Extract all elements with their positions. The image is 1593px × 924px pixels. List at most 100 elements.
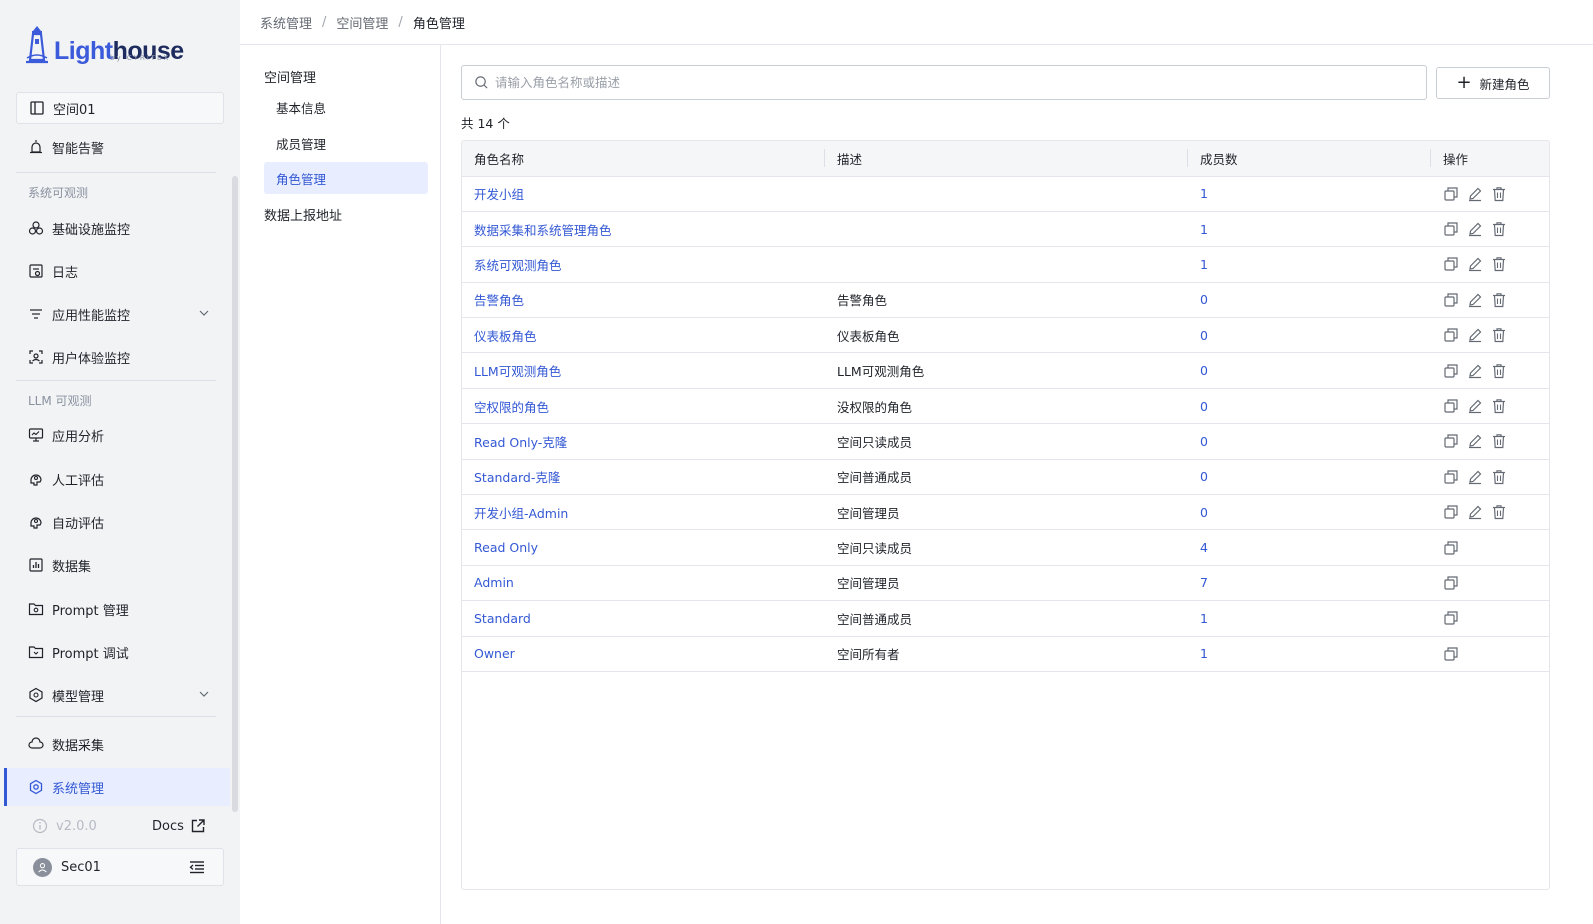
role-name-link[interactable]: Standard-克隆 [462, 459, 825, 496]
copy-icon[interactable] [1443, 221, 1459, 237]
delete-icon[interactable] [1491, 256, 1507, 272]
role-description: 空间只读成员 [825, 423, 1188, 460]
edit-icon[interactable] [1467, 504, 1483, 520]
delete-icon[interactable] [1491, 398, 1507, 414]
sidebar-item-ux[interactable]: 用户体验监控 [4, 338, 230, 376]
new-role-button[interactable]: + 新建角色 [1436, 67, 1550, 99]
edit-icon[interactable] [1467, 327, 1483, 343]
role-name-link[interactable]: Read Only [462, 529, 825, 566]
sidebar-item-app-analysis[interactable]: 应用分析 [4, 416, 230, 454]
copy-icon[interactable] [1443, 575, 1459, 591]
sidebar-item-data-collect[interactable]: 数据采集 [4, 725, 230, 763]
copy-icon[interactable] [1443, 610, 1459, 626]
delete-icon[interactable] [1491, 433, 1507, 449]
sidebar-item-log[interactable]: 日志 [4, 252, 230, 290]
edit-icon[interactable] [1467, 398, 1483, 414]
subnav-item-members[interactable]: 成员管理 [264, 127, 428, 159]
copy-icon[interactable] [1443, 327, 1459, 343]
delete-icon[interactable] [1491, 327, 1507, 343]
copy-icon[interactable] [1443, 256, 1459, 272]
copy-icon[interactable] [1443, 292, 1459, 308]
sidebar-item-auto-eval[interactable]: 自动评估 [4, 503, 230, 541]
role-name-link[interactable]: 仪表板角色 [462, 317, 825, 354]
subnav-item-basic-info[interactable]: 基本信息 [264, 91, 428, 123]
collapse-menu-icon[interactable] [189, 859, 205, 875]
role-member-count[interactable]: 0 [1188, 459, 1431, 496]
copy-icon[interactable] [1443, 186, 1459, 202]
role-name-link[interactable]: 开发小组-Admin [462, 494, 825, 531]
divider [16, 716, 216, 717]
role-description: 告警角色 [825, 282, 1188, 319]
copy-icon[interactable] [1443, 469, 1459, 485]
role-name-link[interactable]: Admin [462, 565, 825, 602]
subnav-group-report-address[interactable]: 数据上报地址 [264, 205, 342, 224]
sidebar-item-dataset[interactable]: 数据集 [4, 546, 230, 584]
role-member-count[interactable]: 1 [1188, 246, 1431, 283]
edit-icon[interactable] [1467, 363, 1483, 379]
edit-icon[interactable] [1467, 292, 1483, 308]
delete-icon[interactable] [1491, 186, 1507, 202]
copy-icon[interactable] [1443, 646, 1459, 662]
copy-icon[interactable] [1443, 363, 1459, 379]
search-input[interactable] [495, 75, 1395, 90]
role-member-count[interactable]: 1 [1188, 600, 1431, 637]
role-member-count[interactable]: 1 [1188, 211, 1431, 248]
search-box[interactable] [461, 65, 1427, 100]
logo-subtitle: by CYRITEX [110, 54, 171, 62]
role-member-count[interactable]: 0 [1188, 494, 1431, 531]
edit-icon[interactable] [1467, 186, 1483, 202]
sidebar-item-model[interactable]: 模型管理 [4, 676, 230, 714]
role-name-link[interactable]: 数据采集和系统管理角色 [462, 211, 825, 248]
role-name-link[interactable]: 告警角色 [462, 282, 825, 319]
sidebar-item-infra[interactable]: 基础设施监控 [4, 209, 230, 247]
role-name-link[interactable]: 系统可观测角色 [462, 246, 825, 283]
copy-icon[interactable] [1443, 398, 1459, 414]
lighthouse-logo[interactable]: Lighthouse by CYRITEX [24, 22, 184, 64]
sidebar-item-system[interactable]: 系统管理 [4, 768, 230, 806]
role-description: 空间管理员 [825, 494, 1188, 531]
role-name-link[interactable]: Read Only-克隆 [462, 423, 825, 460]
docs-link[interactable]: Docs [152, 818, 206, 834]
edit-icon[interactable] [1467, 221, 1483, 237]
copy-icon[interactable] [1443, 433, 1459, 449]
role-member-count[interactable]: 0 [1188, 352, 1431, 389]
edit-icon[interactable] [1467, 469, 1483, 485]
edit-icon[interactable] [1467, 256, 1483, 272]
sidebar-item-label: 智能告警 [52, 141, 105, 157]
subnav-item-roles[interactable]: 角色管理 [264, 162, 428, 194]
delete-icon[interactable] [1491, 469, 1507, 485]
breadcrumb-item-system[interactable]: 系统管理 [260, 13, 312, 32]
sidebar-item-prompt-manage[interactable]: Prompt 管理 [4, 590, 230, 628]
role-member-count[interactable]: 1 [1188, 636, 1431, 672]
breadcrumb-item-space[interactable]: 空间管理 [336, 13, 388, 32]
role-name-link[interactable]: Standard [462, 600, 825, 637]
delete-icon[interactable] [1491, 363, 1507, 379]
copy-icon[interactable] [1443, 504, 1459, 520]
sidebar-item-prompt-debug[interactable]: Prompt 调试 [4, 633, 230, 671]
delete-icon[interactable] [1491, 221, 1507, 237]
role-name-link[interactable]: 空权限的角色 [462, 388, 825, 425]
role-member-count[interactable]: 0 [1188, 317, 1431, 354]
role-member-count[interactable]: 1 [1188, 176, 1431, 212]
role-name-link[interactable]: Owner [462, 636, 825, 672]
role-member-count[interactable]: 0 [1188, 423, 1431, 460]
role-member-count[interactable]: 4 [1188, 529, 1431, 566]
delete-icon[interactable] [1491, 504, 1507, 520]
role-actions [1431, 529, 1549, 566]
role-member-count[interactable]: 0 [1188, 388, 1431, 425]
user-profile[interactable]: Sec01 [16, 848, 224, 886]
role-name-link[interactable]: 开发小组 [462, 176, 825, 212]
edit-icon[interactable] [1467, 433, 1483, 449]
copy-icon[interactable] [1443, 540, 1459, 556]
sidebar-item-alarm[interactable]: 智能告警 [4, 128, 230, 166]
subnav-group-space[interactable]: 空间管理 [264, 67, 316, 86]
sidebar-scrollbar[interactable] [232, 176, 238, 812]
role-member-count[interactable]: 7 [1188, 565, 1431, 602]
sidebar-item-manual-eval[interactable]: 人工评估 [4, 460, 230, 498]
table-row: 开发小组 1 [462, 176, 1549, 212]
delete-icon[interactable] [1491, 292, 1507, 308]
role-name-link[interactable]: LLM可观测角色 [462, 352, 825, 389]
sidebar-item-apm[interactable]: 应用性能监控 [4, 295, 230, 333]
space-selector[interactable]: 空间01 [16, 92, 224, 124]
role-member-count[interactable]: 0 [1188, 282, 1431, 319]
